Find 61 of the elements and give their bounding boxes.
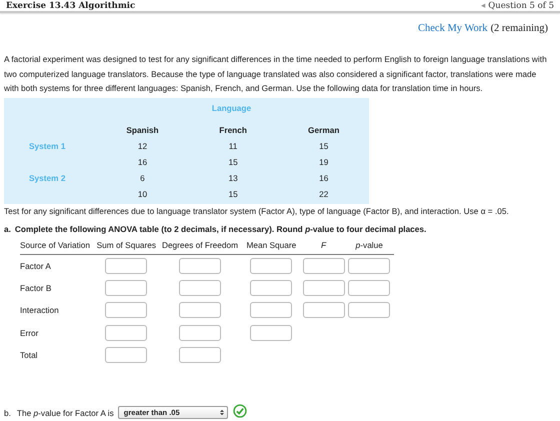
- input-field[interactable]: [302, 258, 345, 274]
- exercise-title: Exercise 13.43 Algorithmic: [6, 0, 136, 10]
- row-label: Factor A: [20, 260, 51, 271]
- part-instruction: Complete the following ANOVA table (to 2 decimals, if necessary). Round p-value to four decimal places.: [14, 224, 426, 234]
- previous-arrow[interactable]: ◂: [480, 0, 486, 10]
- input-field[interactable]: [105, 324, 148, 341]
- row-label: System 1: [29, 140, 66, 150]
- table-cell-text: 15: [227, 188, 239, 198]
- column-heading: French: [218, 124, 248, 134]
- table-cell-text: 15: [318, 140, 330, 150]
- input-field[interactable]: [178, 280, 221, 296]
- column-heading: p-value: [354, 240, 384, 250]
- input-field[interactable]: [250, 324, 292, 341]
- input-field[interactable]: [105, 302, 148, 318]
- input-field[interactable]: [178, 302, 221, 318]
- input-field[interactable]: [302, 302, 345, 318]
- table-cell-text: 22: [318, 188, 330, 198]
- row-label: Total: [20, 350, 38, 360]
- input-field[interactable]: [178, 258, 221, 274]
- column-heading: Mean Square: [245, 240, 298, 250]
- input-field[interactable]: [179, 347, 221, 364]
- part-marker: a.: [4, 224, 11, 234]
- column-heading: Source of Variation: [20, 240, 91, 250]
- remaining-count: (2 remaining): [490, 23, 548, 34]
- column-heading: Spanish: [125, 124, 160, 134]
- column-group-heading: Language: [210, 102, 252, 115]
- input-field[interactable]: [348, 258, 390, 274]
- column-heading: Degrees of Freedom: [160, 240, 240, 250]
- table-cell-text: 16: [136, 156, 148, 166]
- row-label: System 2: [29, 172, 66, 182]
- check-my-work-link[interactable]: Check My Work: [418, 23, 488, 34]
- table-cell-text: 11: [228, 140, 238, 150]
- row-label: Interaction: [20, 305, 59, 316]
- part-marker: b.: [4, 408, 11, 418]
- input-field[interactable]: [250, 302, 292, 318]
- table-cell-text: 15: [227, 156, 239, 166]
- column-heading: German: [307, 124, 340, 134]
- table-cell-text: 12: [136, 140, 148, 150]
- table-cell-text: 19: [318, 156, 330, 166]
- table-cell-text: 13: [227, 172, 239, 182]
- column-heading: F: [320, 240, 328, 250]
- question-counter: Question 5 of 5: [488, 0, 554, 10]
- input-field[interactable]: [105, 347, 148, 364]
- table-cell-text: 6: [139, 172, 146, 182]
- column-heading: Sum of Squares: [96, 240, 158, 250]
- input-field[interactable]: [179, 324, 221, 341]
- row-label: Factor B: [20, 283, 52, 294]
- input-field[interactable]: [348, 302, 390, 318]
- table-cell-text: 16: [318, 172, 330, 182]
- input-field[interactable]: [302, 280, 345, 296]
- input-field[interactable]: [105, 280, 148, 296]
- input-field[interactable]: [250, 280, 292, 296]
- question-text: The p-value for Factor A is: [16, 408, 114, 418]
- test-instruction: Test for any significant differences due to language translator system (Factor A), type of language (Factor B), and interaction. Use α = .05.: [4, 206, 510, 216]
- input-field[interactable]: [105, 258, 148, 274]
- input-field[interactable]: [348, 280, 390, 296]
- input-field[interactable]: [250, 258, 292, 274]
- stepper-arrows-icon: [220, 409, 224, 416]
- problem-text: A factorial experiment was designed to test for any significant differences in the time needed to perform English to foreign language translations with two computerized language translators. Because the type of language translated was also considered a significant factor, translations were made with both systems for three different languages: Spanish, French, and German. Use the following data for translation time in hours.: [4, 53, 548, 95]
- table-cell-text: 10: [136, 188, 148, 198]
- row-label: Error: [20, 328, 38, 338]
